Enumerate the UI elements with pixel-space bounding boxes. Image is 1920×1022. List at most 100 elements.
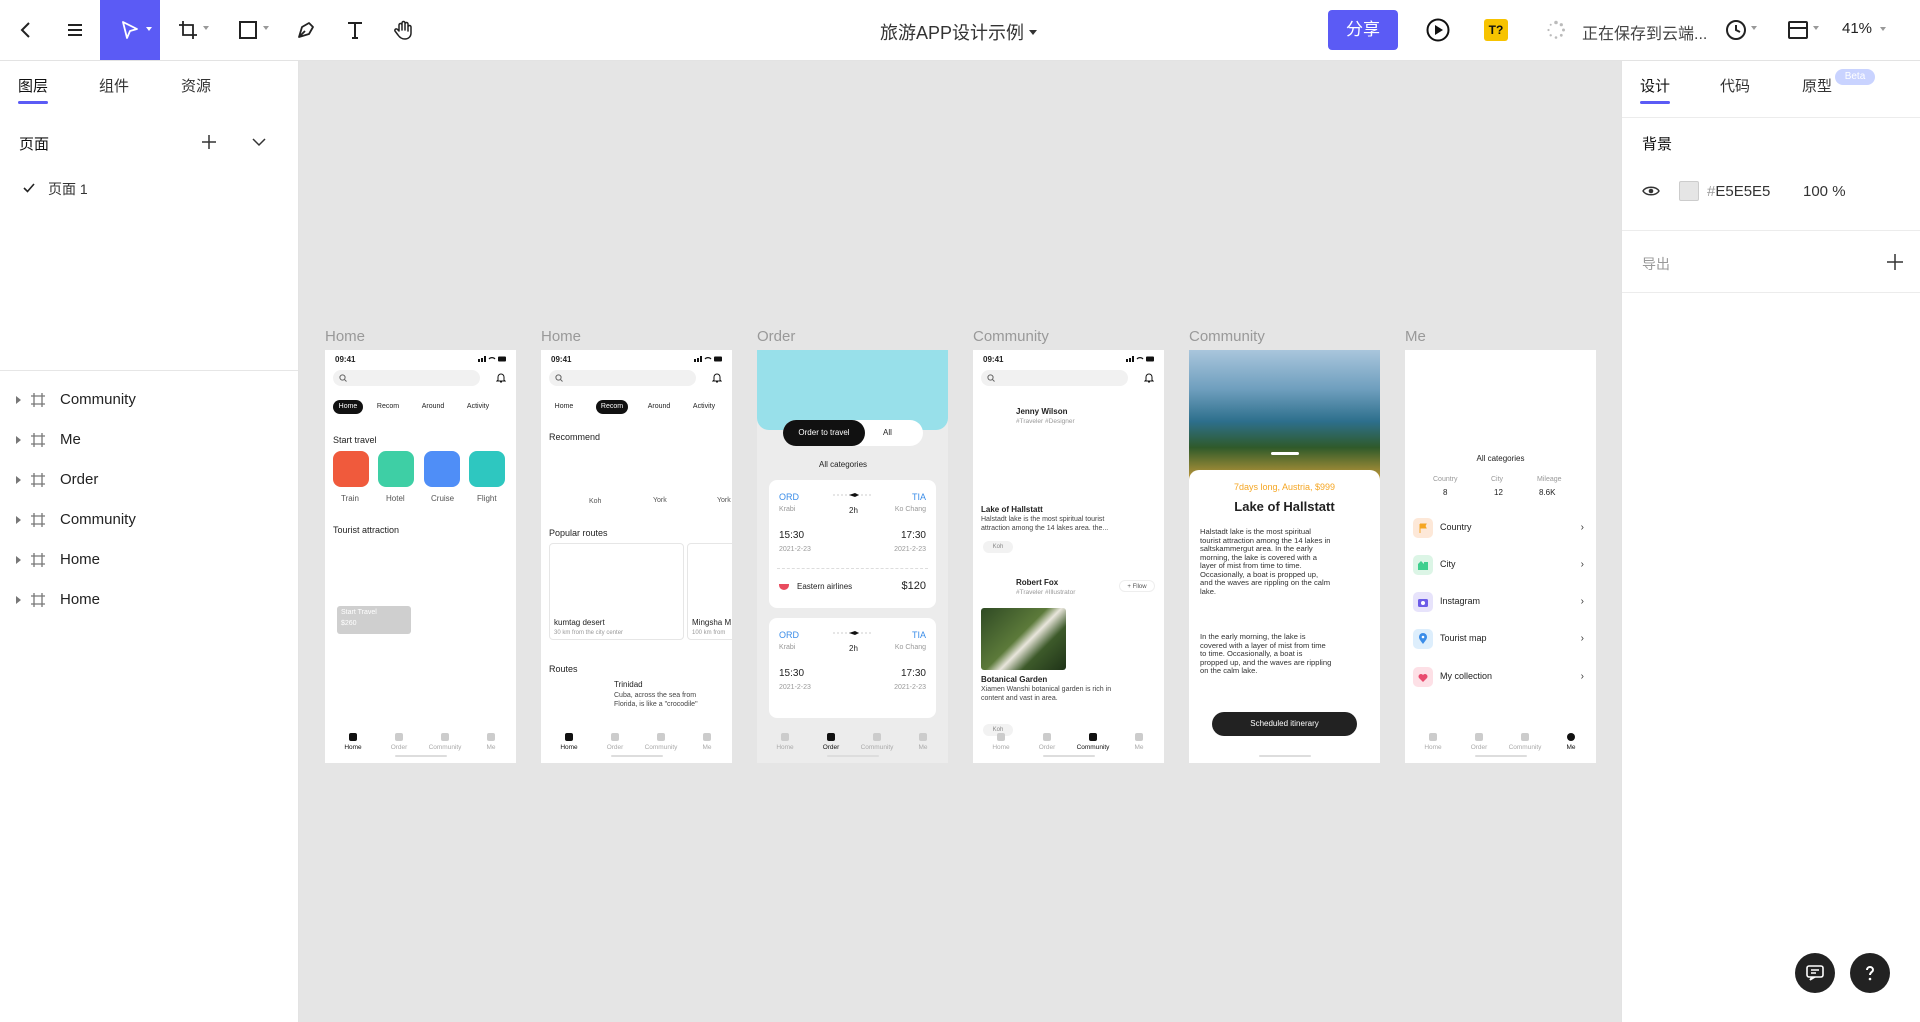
post-image[interactable] [981,608,1066,670]
pen-tool-button[interactable] [288,12,324,48]
search-input[interactable] [333,370,480,386]
expand-arrow-icon[interactable] [16,436,21,444]
frame-tool-button[interactable] [170,12,209,48]
eye-icon[interactable] [1642,184,1660,202]
help-button[interactable] [1850,953,1890,993]
hotel-category-icon[interactable] [378,451,414,487]
search-input[interactable] [549,370,696,386]
frame-community-detail[interactable]: 7days long, Austria, $999 Lake of Hallst… [1189,350,1380,763]
layout-panel-button[interactable] [1780,12,1819,48]
nav-me[interactable]: Me [1119,733,1159,751]
layer-item-me[interactable]: Me [0,420,298,460]
shape-tool-button[interactable] [230,12,269,48]
filter-pill-activity[interactable]: Activity [687,400,721,414]
back-icon[interactable] [8,12,44,48]
nav-order[interactable]: Order [811,733,851,751]
bell-icon[interactable] [712,372,722,383]
add-page-button[interactable] [198,131,220,153]
toggle-order-to-travel[interactable]: Order to travel [783,420,865,446]
route-card[interactable]: Mingsha M 100 km from [687,543,732,640]
nav-order[interactable]: Order [379,733,419,751]
toggle-all[interactable]: All [883,428,892,437]
frame-title-home[interactable]: Home [325,328,365,345]
nav-home[interactable]: Home [1413,733,1453,751]
frame-title-home[interactable]: Home [541,328,581,345]
frame-title-community[interactable]: Community [973,328,1049,345]
bell-icon[interactable] [496,372,506,383]
bell-icon[interactable] [1144,372,1154,383]
filter-pill-activity[interactable]: Activity [461,400,495,414]
cruise-category-icon[interactable] [424,451,460,487]
post-author[interactable]: Robert Fox [1016,578,1058,587]
tab-assets[interactable]: 资源 [181,75,211,96]
frame-order[interactable]: Order to travel All All categories ORD T… [757,350,948,763]
select-tool-button[interactable] [100,0,160,60]
frame-me[interactable]: All categories Country 8 City 12 Mileage… [1405,350,1596,763]
location-tag[interactable]: Koh [983,541,1013,553]
category-select[interactable]: All categories [819,460,867,469]
post-author[interactable]: Jenny Wilson [1016,407,1068,416]
nav-order[interactable]: Order [1459,733,1499,751]
tab-prototype[interactable]: 原型 [1802,75,1832,96]
history-button[interactable] [1718,12,1757,48]
nav-order[interactable]: Order [1027,733,1067,751]
collapse-pages-button[interactable] [248,131,270,153]
expand-arrow-icon[interactable] [16,516,21,524]
nav-order[interactable]: Order [595,733,635,751]
nav-me[interactable]: Me [687,733,727,751]
frame-title-community[interactable]: Community [1189,328,1265,345]
expand-arrow-icon[interactable] [16,596,21,604]
menu-row-city[interactable]: City › [1413,555,1588,575]
filter-pill-recom[interactable]: Recom [373,400,403,414]
share-button[interactable]: 分享 [1328,10,1398,50]
tab-code[interactable]: 代码 [1720,75,1750,96]
start-travel-card[interactable]: Start Travel $260 [337,606,411,634]
document-title-dropdown[interactable]: 旅游APP设计示例 [880,19,1038,45]
train-category-icon[interactable] [333,451,369,487]
frame-home-recom[interactable]: 09:41 Home Recom Around Activity Recomme… [541,350,732,763]
filter-pill-recom[interactable]: Recom [596,400,628,414]
expand-arrow-icon[interactable] [16,396,21,404]
add-export-button[interactable] [1885,252,1905,272]
menu-row-tourist-map[interactable]: Tourist map › [1413,629,1588,649]
hand-tool-button[interactable] [386,12,422,48]
nav-community[interactable]: Community [857,733,897,751]
ticket-card[interactable]: ORD TIA Krabi 2h Ko Chang 15:30 17:30 20… [769,618,936,718]
play-preview-button[interactable] [1420,12,1456,48]
nav-me[interactable]: Me [903,733,943,751]
zoom-dropdown[interactable]: 41% [1842,20,1887,37]
background-color-swatch[interactable] [1679,181,1699,201]
layer-item-community[interactable]: Community [0,500,298,540]
frame-title-order[interactable]: Order [757,328,795,345]
nav-me[interactable]: Me [1551,733,1591,751]
menu-row-my-collection[interactable]: My collection › [1413,667,1588,687]
follow-button[interactable]: + Fllow [1119,580,1155,592]
feedback-button[interactable] [1795,953,1835,993]
nav-community[interactable]: Community [425,733,465,751]
ticket-card[interactable]: ORD TIA Krabi 2h Ko Chang 15:30 17:30 20… [769,480,936,608]
nav-home[interactable]: Home [333,733,373,751]
flight-category-icon[interactable] [469,451,505,487]
layer-item-community[interactable]: Community [0,380,298,420]
layer-item-home[interactable]: Home [0,580,298,620]
search-input[interactable] [981,370,1128,386]
frame-title-me[interactable]: Me [1405,328,1426,345]
frame-community[interactable]: 09:41 Jenny Wilson #Traveler #Designer L… [973,350,1164,763]
carousel-indicator[interactable] [1271,452,1299,455]
nav-home[interactable]: Home [765,733,805,751]
menu-row-country[interactable]: Country › [1413,518,1588,538]
nav-community[interactable]: Community [641,733,681,751]
order-toggle[interactable]: Order to travel All [783,420,923,446]
expand-arrow-icon[interactable] [16,476,21,484]
filter-pill-home[interactable]: Home [333,400,363,414]
frame-home[interactable]: 09:41 Home Recom Around Activity Start t… [325,350,516,763]
nav-home[interactable]: Home [549,733,589,751]
tab-design[interactable]: 设计 [1640,75,1670,96]
nav-community[interactable]: Community [1073,733,1113,751]
nav-me[interactable]: Me [471,733,511,751]
layer-item-home[interactable]: Home [0,540,298,580]
menu-row-instagram[interactable]: Instagram › [1413,592,1588,612]
filter-pill-around[interactable]: Around [643,400,675,414]
filter-pill-home[interactable]: Home [549,400,579,414]
tab-layers[interactable]: 图层 [18,75,48,96]
